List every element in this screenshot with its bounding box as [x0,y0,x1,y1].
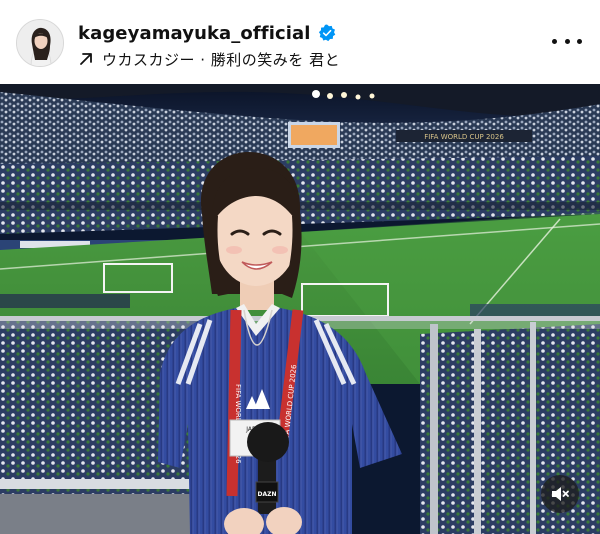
arrow-up-right-icon [80,53,92,65]
username-row: kageyamayuka_official [78,20,336,46]
mic-label: DAZN [258,491,277,498]
more-options-button[interactable] [552,31,582,51]
verified-badge-icon [318,24,336,42]
stadium-photo: FIFA WORLD CUP 2026 FIFA WORLD CUP 2026 … [0,84,600,534]
mute-toggle-button[interactable] [541,475,579,513]
more-dot [552,38,557,44]
audio-row[interactable]: ウカスカジー · 勝利の笑みを 君と [78,48,340,70]
stadium-banner-text: FIFA WORLD CUP 2026 [424,133,504,141]
more-dot [564,38,570,44]
post-photo[interactable]: FIFA WORLD CUP 2026 FIFA WORLD CUP 2026 … [0,84,600,534]
profile-avatar-icon [17,20,63,66]
audio-track-label[interactable]: ウカスカジー · 勝利の笑みを 君と [102,49,340,70]
post-header: kageyamayuka_official ウカスカジー · 勝利の笑みを 君と [0,0,600,84]
more-dot [577,38,582,44]
speaker-muted-icon [552,487,569,501]
username-link[interactable]: kageyamayuka_official [78,23,311,44]
avatar[interactable] [16,19,64,67]
